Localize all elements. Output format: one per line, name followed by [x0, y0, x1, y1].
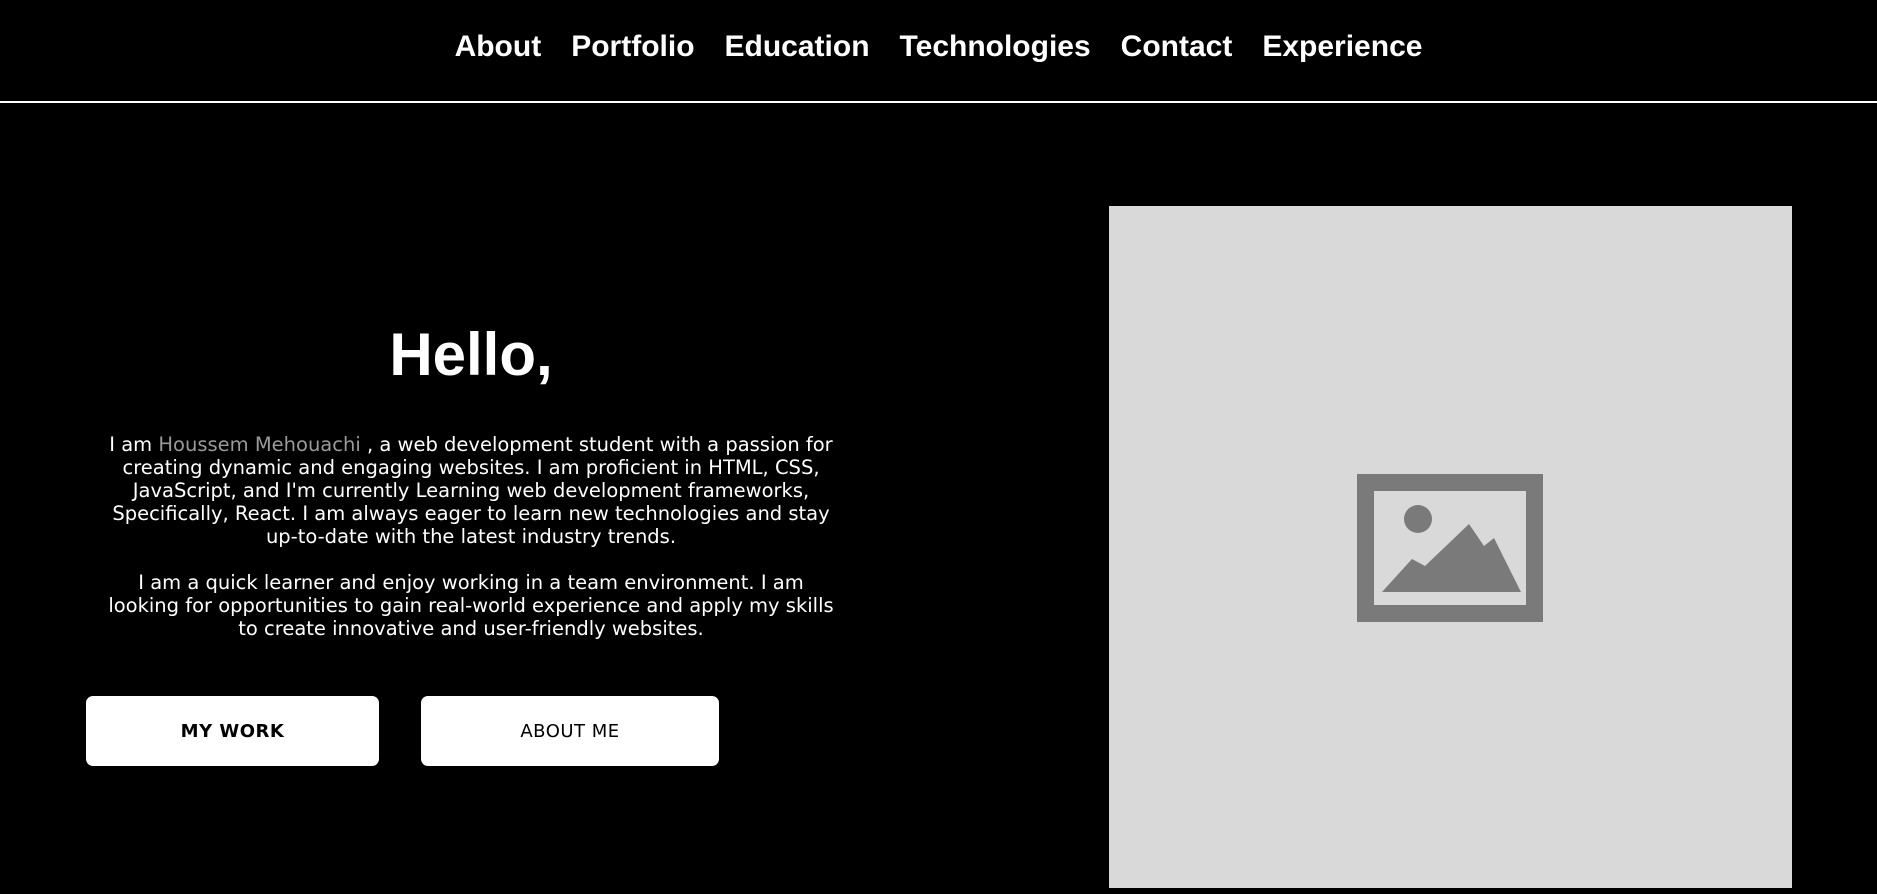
nav-item-about[interactable]: About: [455, 28, 542, 66]
top-navigation: About Portfolio Education Technologies C…: [0, 0, 1877, 103]
nav-menu: About Portfolio Education Technologies C…: [0, 28, 1877, 66]
profile-image-placeholder: [1109, 206, 1792, 888]
intro-paragraph-second: I am a quick learner and enjoy working i…: [108, 571, 834, 640]
nav-item-technologies[interactable]: Technologies: [900, 28, 1091, 66]
hero-greeting: Hello,: [389, 321, 553, 388]
intro-paragraph: I am Houssem Mehouachi , a web developme…: [86, 433, 856, 548]
intro-prefix: I am: [109, 433, 159, 456]
about-me-button[interactable]: ABOUT ME: [421, 696, 719, 766]
nav-item-contact[interactable]: Contact: [1121, 28, 1233, 66]
author-name: Houssem Mehouachi: [158, 433, 361, 456]
image-placeholder-icon: [1357, 474, 1543, 622]
nav-item-education[interactable]: Education: [725, 28, 870, 66]
nav-item-portfolio[interactable]: Portfolio: [571, 28, 694, 66]
my-work-button[interactable]: MY WORK: [86, 696, 379, 766]
nav-item-experience[interactable]: Experience: [1262, 28, 1422, 66]
